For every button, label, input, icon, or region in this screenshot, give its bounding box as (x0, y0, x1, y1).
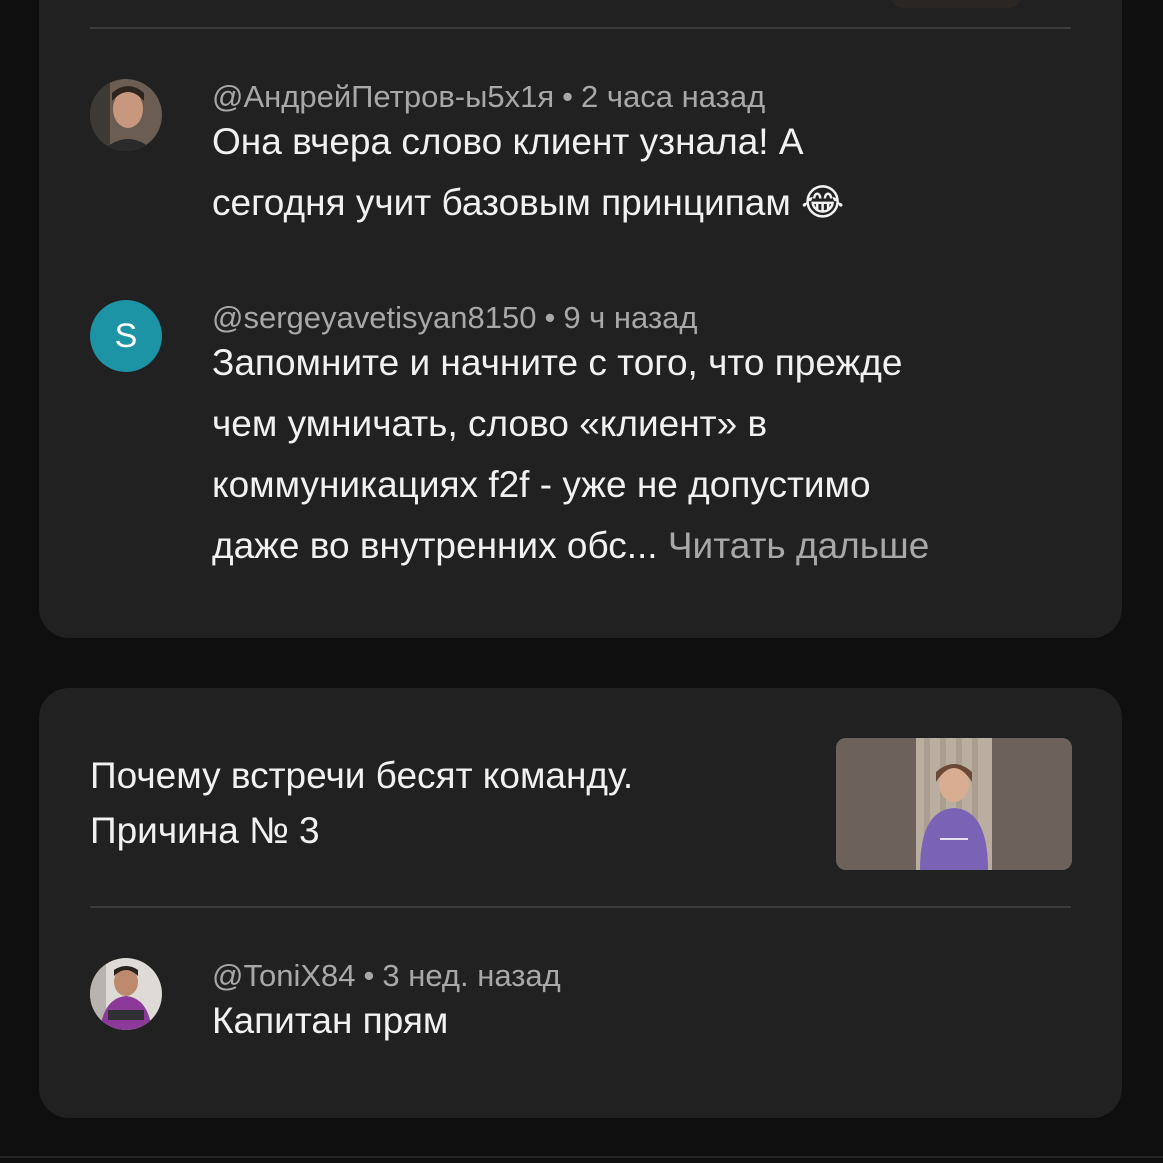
meta-separator: • (562, 79, 574, 114)
avatar[interactable]: S (90, 300, 162, 372)
meta-separator: • (363, 958, 375, 993)
video-comment-card[interactable]: Почему встречи бесят команду. Причина № … (39, 688, 1122, 1118)
comment-time: 3 нед. назад (382, 958, 561, 993)
laughing-emoji-icon: 😂 (801, 182, 845, 223)
comment-meta: @sergeyavetisyan8150 • 9 ч назад (212, 300, 697, 336)
divider (90, 906, 1071, 908)
comment-text-line: сегодня учит базовым принципам (212, 182, 791, 223)
comment-text-line: даже во внутренних обс... (212, 525, 658, 566)
avatar[interactable] (90, 958, 162, 1030)
read-more-link[interactable]: Читать дальше (668, 525, 929, 566)
comment-text: Запомните и начните с того, что прежде ч… (212, 332, 1092, 576)
comment-meta: @ToniX84 • 3 нед. назад (212, 958, 561, 994)
comment-item[interactable]: S @sergeyavetisyan8150 • 9 ч назад Запомни… (90, 300, 1090, 600)
divider (0, 1156, 1163, 1158)
comment-author[interactable]: @ToniX84 (212, 958, 356, 993)
previous-video-thumbnail[interactable] (891, 0, 1021, 8)
video-title-line: Почему встречи бесят команду. (90, 755, 634, 796)
comment-text-line: Запомните и начните с того, что прежде (212, 342, 903, 383)
comment-item[interactable]: @ToniX84 • 3 нед. назад Капитан прям (90, 958, 1090, 1078)
comment-text-line: чем умничать, слово «клиент» в (212, 403, 768, 444)
video-title[interactable]: Почему встречи бесят команду. Причина № … (90, 748, 790, 858)
comment-text-line: коммуникациях f2f - уже не допустимо (212, 464, 871, 505)
comment-text-line: Она вчера слово клиент узнала! А (212, 121, 804, 162)
comment-text: Она вчера слово клиент узнала! А сегодня… (212, 111, 1092, 233)
comment-author[interactable]: @АндрейПетров-ы5х1я (212, 79, 554, 114)
comment-item[interactable]: @АндрейПетров-ы5х1я • 2 часа назад Она вче… (90, 79, 1090, 249)
video-thumbnail[interactable] (836, 738, 1072, 870)
avatar[interactable] (90, 79, 162, 151)
comment-time: 2 часа назад (581, 79, 766, 114)
video-title-line: Причина № 3 (90, 810, 320, 851)
comment-author[interactable]: @sergeyavetisyan8150 (212, 300, 536, 335)
meta-separator: • (544, 300, 556, 335)
comment-meta: @АндрейПетров-ы5х1я • 2 часа назад (212, 79, 765, 115)
comments-card-top: @АндрейПетров-ы5х1я • 2 часа назад Она вче… (39, 0, 1122, 638)
comment-time: 9 ч назад (563, 300, 698, 335)
divider (90, 27, 1071, 29)
comment-text: Капитан прям (212, 1000, 449, 1041)
